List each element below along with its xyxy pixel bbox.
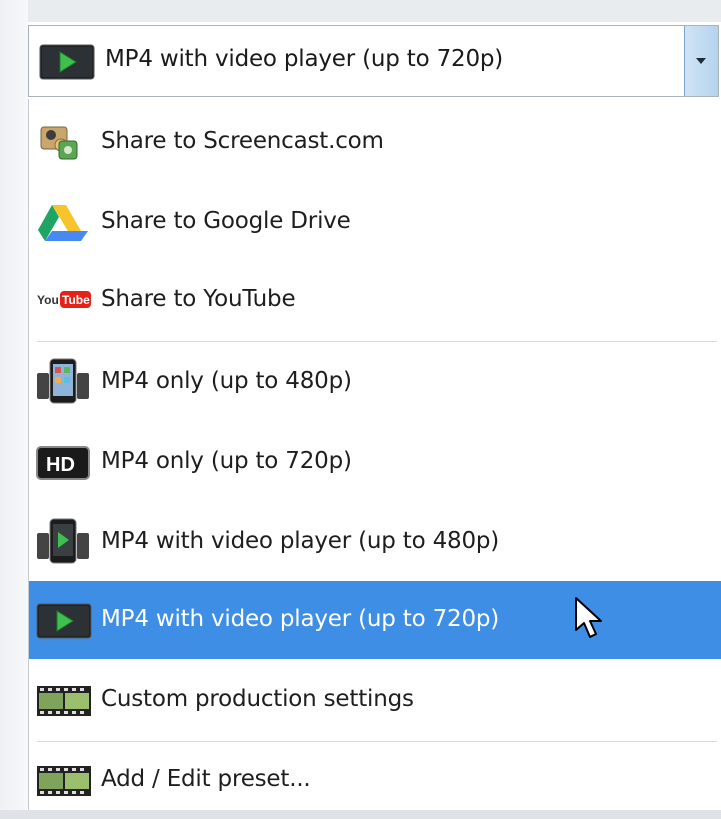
google-drive-icon (33, 203, 95, 243)
combobox-selected-label: MP4 with video player (up to 720p) (105, 46, 504, 72)
menu-item-mp4-player-480p[interactable]: MP4 with video player (up to 480p) (29, 503, 721, 581)
menu-item-label: MP4 only (up to 720p) (101, 448, 352, 474)
chevron-down-icon (696, 58, 706, 64)
mouse-cursor-icon (574, 596, 604, 644)
menu-item-label: Add / Edit preset... (101, 766, 311, 792)
preset-dropdown-list: Share to Screencast.com Share to Google … (28, 99, 721, 810)
app-frame: MP4 with video player (up to 720p) Share… (0, 0, 721, 810)
svg-text:HD: HD (46, 454, 75, 476)
menu-separator (37, 341, 717, 342)
svg-text:Tube: Tube (62, 293, 90, 307)
film-strip-icon (33, 681, 95, 721)
svg-text:You: You (37, 293, 59, 307)
preset-combobox[interactable]: MP4 with video player (up to 720p) (28, 25, 719, 97)
menu-item-label: MP4 with video player (up to 480p) (101, 528, 500, 554)
film-strip-icon (33, 761, 95, 801)
menu-item-mp4-480p[interactable]: MP4 only (up to 480p) (29, 343, 721, 421)
menu-item-label: Share to Screencast.com (101, 128, 384, 154)
youtube-icon: You Tube (33, 289, 95, 329)
screencast-icon (33, 123, 95, 163)
window-gutter (0, 0, 28, 810)
menu-item-label: Custom production settings (101, 686, 414, 712)
dropdown-button[interactable] (684, 26, 718, 96)
menu-item-add-edit-preset[interactable]: Add / Edit preset... (29, 741, 721, 819)
phone-device-icon (33, 357, 95, 404)
menu-item-share-youtube[interactable]: You Tube Share to YouTube (29, 261, 721, 339)
menu-item-mp4-720p[interactable]: HD MP4 only (up to 720p) (29, 423, 721, 501)
menu-item-label: Share to YouTube (101, 286, 296, 312)
menu-item-custom-production-settings[interactable]: Custom production settings (29, 661, 721, 739)
play-video-icon (39, 44, 95, 84)
menu-item-share-google-drive[interactable]: Share to Google Drive (29, 183, 721, 261)
menu-item-label: MP4 with video player (up to 720p) (101, 606, 500, 632)
play-video-icon (33, 601, 95, 641)
menu-item-share-screencast[interactable]: Share to Screencast.com (29, 103, 721, 181)
hd-icon: HD (33, 443, 95, 483)
phone-player-icon (33, 517, 95, 564)
menu-item-label: MP4 only (up to 480p) (101, 368, 352, 394)
menu-item-label: Share to Google Drive (101, 208, 351, 234)
menu-item-mp4-player-720p[interactable]: MP4 with video player (up to 720p) (29, 581, 721, 659)
